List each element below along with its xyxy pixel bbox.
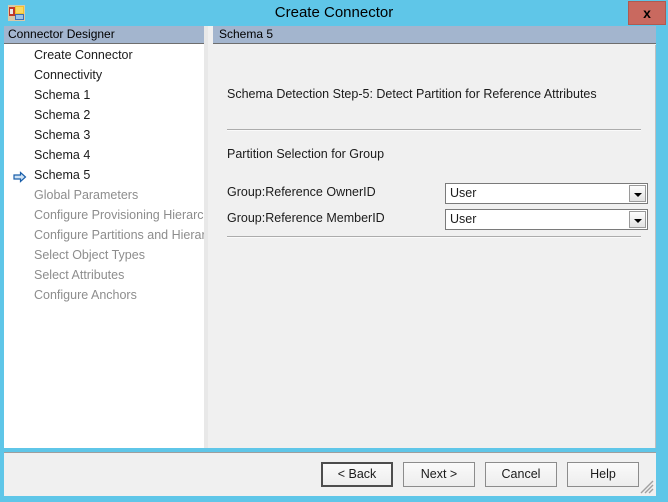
tree-item-label: Schema 3 xyxy=(34,128,91,142)
step-title: Schema Detection Step-5: Detect Partitio… xyxy=(227,87,597,101)
tree-item-label: Schema 1 xyxy=(34,88,91,102)
tree-item-label: Schema 2 xyxy=(34,108,91,122)
tree-item: Select Object Types xyxy=(4,245,206,265)
partition-select[interactable]: User xyxy=(445,183,648,204)
schema-panel-body: Schema Detection Step-5: Detect Partitio… xyxy=(213,45,656,448)
connector-designer-header: Connector Designer xyxy=(4,26,208,44)
dialog-button-bar: < Back Next > Cancel Help xyxy=(4,452,656,496)
tree-item[interactable]: Schema 5 xyxy=(4,165,206,185)
tree-item[interactable]: Schema 4 xyxy=(4,145,206,165)
help-button[interactable]: Help xyxy=(567,462,639,487)
tree-item: Configure Provisioning Hierarchy xyxy=(4,205,206,225)
tree-item: Configure Partitions and Hierarchies xyxy=(4,225,206,245)
partition-select-value: User xyxy=(450,212,477,226)
tree-item-label: Create Connector xyxy=(34,48,133,62)
connector-designer-header-label: Connector Designer xyxy=(8,27,115,41)
schema-panel-header-label: Schema 5 xyxy=(219,27,274,41)
chevron-down-glyph xyxy=(634,193,642,197)
current-step-arrow-icon xyxy=(13,169,27,183)
tree-item-label: Connectivity xyxy=(34,68,103,82)
wizard-step-tree[interactable]: Create Connector Connectivity Schema 1 Sche… xyxy=(4,45,207,448)
tree-item-label: Configure Partitions and Hierarchies xyxy=(34,228,206,242)
tree-item: Configure Anchors xyxy=(4,285,206,305)
tree-item[interactable]: Schema 3 xyxy=(4,125,206,145)
divider-top xyxy=(227,129,641,131)
tree-item: Select Attributes xyxy=(4,265,206,285)
close-button[interactable]: x xyxy=(628,1,666,25)
partition-select[interactable]: User xyxy=(445,209,648,230)
chevron-down-icon[interactable] xyxy=(629,185,646,202)
tree-item[interactable]: Schema 1 xyxy=(4,85,206,105)
cancel-button[interactable]: Cancel xyxy=(485,462,557,487)
tree-item-label: Select Object Types xyxy=(34,248,145,262)
divider-bottom xyxy=(227,236,641,238)
tree-item-label: Select Attributes xyxy=(34,268,125,282)
partition-select-value: User xyxy=(450,186,477,200)
schema-step-panel: Schema 5 Schema Detection Step-5: Detect… xyxy=(213,26,656,448)
section-title: Partition Selection for Group xyxy=(227,147,385,161)
next-button[interactable]: Next > xyxy=(403,462,475,487)
resize-grip-icon[interactable] xyxy=(640,480,654,494)
tree-item[interactable]: Connectivity xyxy=(4,65,206,85)
chevron-down-icon[interactable] xyxy=(629,211,646,228)
schema-panel-header: Schema 5 xyxy=(213,26,656,44)
connector-designer-panel: Connector Designer Create Connector Conne… xyxy=(4,26,208,448)
field-row: Group:Reference OwnerID User xyxy=(227,183,648,205)
create-connector-dialog: Create Connector x Connector Designer Cr… xyxy=(0,0,668,502)
tree-item-label: Schema 5 xyxy=(34,168,91,182)
tree-item-label: Global Parameters xyxy=(34,188,139,202)
window-title: Create Connector xyxy=(274,4,394,21)
chevron-down-glyph xyxy=(634,219,642,223)
tree-item[interactable]: Create Connector xyxy=(4,45,206,65)
field-row: Group:Reference MemberID User xyxy=(227,209,648,231)
title-bar[interactable]: Create Connector x xyxy=(0,0,668,26)
tree-item[interactable]: Schema 2 xyxy=(4,105,206,125)
tree-item-label: Configure Anchors xyxy=(34,288,137,302)
tree-item-label: Schema 4 xyxy=(34,148,91,162)
tree-item: Global Parameters xyxy=(4,185,206,205)
field-label: Group:Reference OwnerID xyxy=(227,185,376,199)
field-label: Group:Reference MemberID xyxy=(227,211,385,225)
tree-item-label: Configure Provisioning Hierarchy xyxy=(34,208,207,222)
back-button[interactable]: < Back xyxy=(321,462,393,487)
